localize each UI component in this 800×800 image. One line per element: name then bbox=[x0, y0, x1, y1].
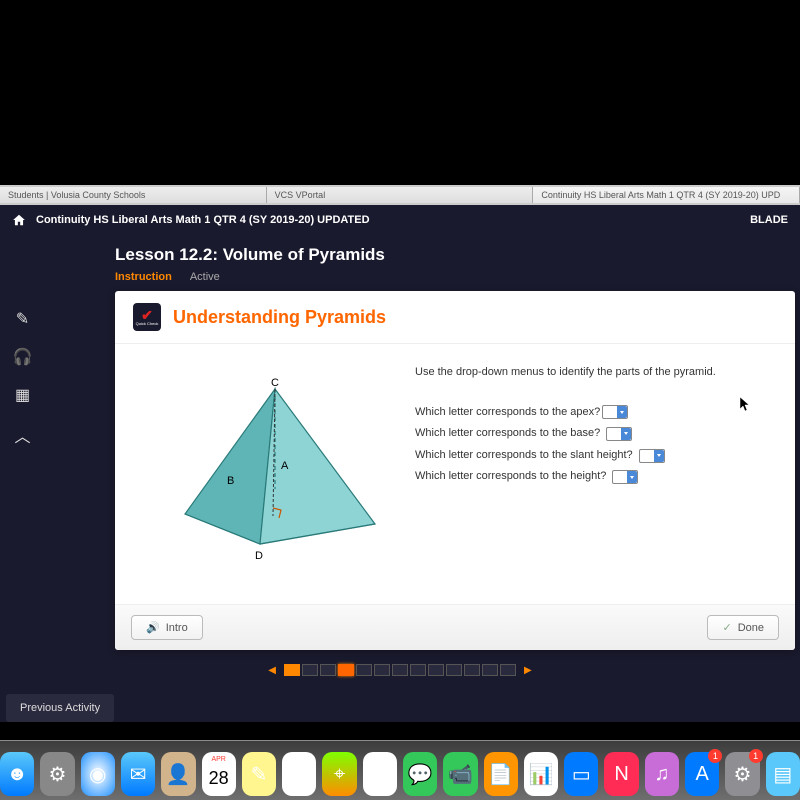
lesson-tabs: Instruction Active bbox=[115, 271, 800, 283]
quick-check-badge: Quick Check bbox=[133, 303, 161, 331]
browser-tab-strip: Students | Volusia County Schools VCS VP… bbox=[0, 185, 800, 205]
browser-tab-2[interactable]: VCS VPortal bbox=[267, 187, 534, 203]
dock-safari-icon[interactable]: ◉ bbox=[81, 752, 115, 796]
dropdown-apex[interactable] bbox=[602, 405, 628, 419]
dock-appstore-icon[interactable]: A1 bbox=[685, 752, 719, 796]
dropdown-base[interactable] bbox=[606, 427, 632, 441]
progress-step[interactable] bbox=[320, 664, 336, 676]
dock-launchpad-icon[interactable]: ⚙ bbox=[40, 752, 74, 796]
intro-button[interactable]: 🔊 Intro bbox=[131, 615, 203, 640]
dock-keynote-icon[interactable]: ▭ bbox=[564, 752, 598, 796]
dock-notes-icon[interactable]: ✎ bbox=[242, 752, 276, 796]
progress-step[interactable] bbox=[302, 664, 318, 676]
dock-pages-icon[interactable]: 📄 bbox=[484, 752, 518, 796]
home-icon[interactable] bbox=[12, 213, 26, 227]
lesson-title: Lesson 12.2: Volume of Pyramids bbox=[115, 245, 800, 265]
dock-facetime-icon[interactable]: 📹 bbox=[443, 752, 477, 796]
tab-active[interactable]: Active bbox=[190, 271, 220, 283]
progress-step[interactable] bbox=[338, 664, 354, 676]
panel-title: Understanding Pyramids bbox=[173, 307, 386, 328]
dock-messages-icon[interactable]: 💬 bbox=[403, 752, 437, 796]
progress-step[interactable] bbox=[446, 664, 462, 676]
course-title: Continuity HS Liberal Arts Math 1 QTR 4 … bbox=[36, 214, 370, 226]
dock-settings-icon[interactable]: ⚙1 bbox=[725, 752, 759, 796]
label-B: B bbox=[227, 475, 234, 487]
dock-calendar-icon[interactable]: APR28 bbox=[202, 752, 236, 796]
black-letterbox-top bbox=[0, 0, 800, 185]
question-base: Which letter corresponds to the base? bbox=[415, 425, 600, 443]
check-icon: ✓ bbox=[722, 621, 731, 634]
dock-reminders-icon[interactable]: ☑ bbox=[282, 752, 316, 796]
speaker-icon: 🔊 bbox=[146, 621, 160, 634]
left-toolbar: ✎ 🎧 ▦ ︿ bbox=[0, 291, 45, 465]
question-height: Which letter corresponds to the height? bbox=[415, 468, 606, 486]
dock-mail-icon[interactable]: ✉ bbox=[121, 752, 155, 796]
user-name: BLADE bbox=[750, 214, 788, 226]
course-header-bar: Continuity HS Liberal Arts Math 1 QTR 4 … bbox=[0, 205, 800, 235]
previous-activity-button[interactable]: Previous Activity bbox=[6, 694, 114, 722]
dock-numbers-icon[interactable]: 📊 bbox=[524, 752, 558, 796]
progress-step[interactable] bbox=[356, 664, 372, 676]
dock-photos-icon[interactable]: ❀ bbox=[363, 752, 397, 796]
progress-bar: ◀ ▶ bbox=[0, 658, 800, 682]
progress-step[interactable] bbox=[482, 664, 498, 676]
label-D: D bbox=[255, 550, 263, 562]
headphones-icon[interactable]: 🎧 bbox=[13, 347, 33, 367]
question-apex: Which letter corresponds to the apex? bbox=[415, 404, 600, 422]
dock-itunes-icon[interactable]: ♫ bbox=[645, 752, 679, 796]
progress-next-icon[interactable]: ▶ bbox=[518, 665, 538, 676]
question-slant: Which letter corresponds to the slant he… bbox=[415, 447, 633, 465]
macos-dock: ☻⚙◉✉👤APR28✎☑⌖❀💬📹📄📊▭N♫A1⚙1▤ bbox=[0, 740, 800, 800]
collapse-icon[interactable]: ︿ bbox=[14, 423, 30, 447]
done-button[interactable]: ✓ Done bbox=[707, 615, 779, 640]
dock-other-icon[interactable]: ▤ bbox=[766, 752, 800, 796]
browser-tab-1[interactable]: Students | Volusia County Schools bbox=[0, 187, 267, 203]
question-intro: Use the drop-down menus to identify the … bbox=[415, 364, 775, 382]
progress-step[interactable] bbox=[284, 664, 300, 676]
dock-finder-icon[interactable]: ☻ bbox=[0, 752, 34, 796]
progress-step[interactable] bbox=[410, 664, 426, 676]
lesson-content-panel: Quick Check Understanding Pyramids bbox=[115, 291, 795, 650]
label-A: A bbox=[281, 460, 289, 472]
dock-contacts-icon[interactable]: 👤 bbox=[161, 752, 195, 796]
progress-step[interactable] bbox=[428, 664, 444, 676]
progress-step[interactable] bbox=[392, 664, 408, 676]
tab-instruction[interactable]: Instruction bbox=[115, 271, 172, 283]
progress-step[interactable] bbox=[500, 664, 516, 676]
question-area: Use the drop-down menus to identify the … bbox=[415, 364, 775, 584]
progress-prev-icon[interactable]: ◀ bbox=[262, 665, 282, 676]
dropdown-slant[interactable] bbox=[639, 449, 665, 463]
dropdown-height[interactable] bbox=[612, 470, 638, 484]
label-C: C bbox=[271, 377, 279, 389]
browser-tab-3[interactable]: Continuity HS Liberal Arts Math 1 QTR 4 … bbox=[533, 187, 800, 203]
calculator-icon[interactable]: ▦ bbox=[15, 385, 30, 405]
dock-news-icon[interactable]: N bbox=[604, 752, 638, 796]
lesson-area: Lesson 12.2: Volume of Pyramids Instruct… bbox=[0, 235, 800, 722]
dock-maps-icon[interactable]: ⌖ bbox=[322, 752, 356, 796]
pencil-icon[interactable]: ✎ bbox=[16, 309, 29, 329]
progress-step[interactable] bbox=[464, 664, 480, 676]
progress-step[interactable] bbox=[374, 664, 390, 676]
pyramid-figure: C A B D bbox=[135, 364, 415, 584]
